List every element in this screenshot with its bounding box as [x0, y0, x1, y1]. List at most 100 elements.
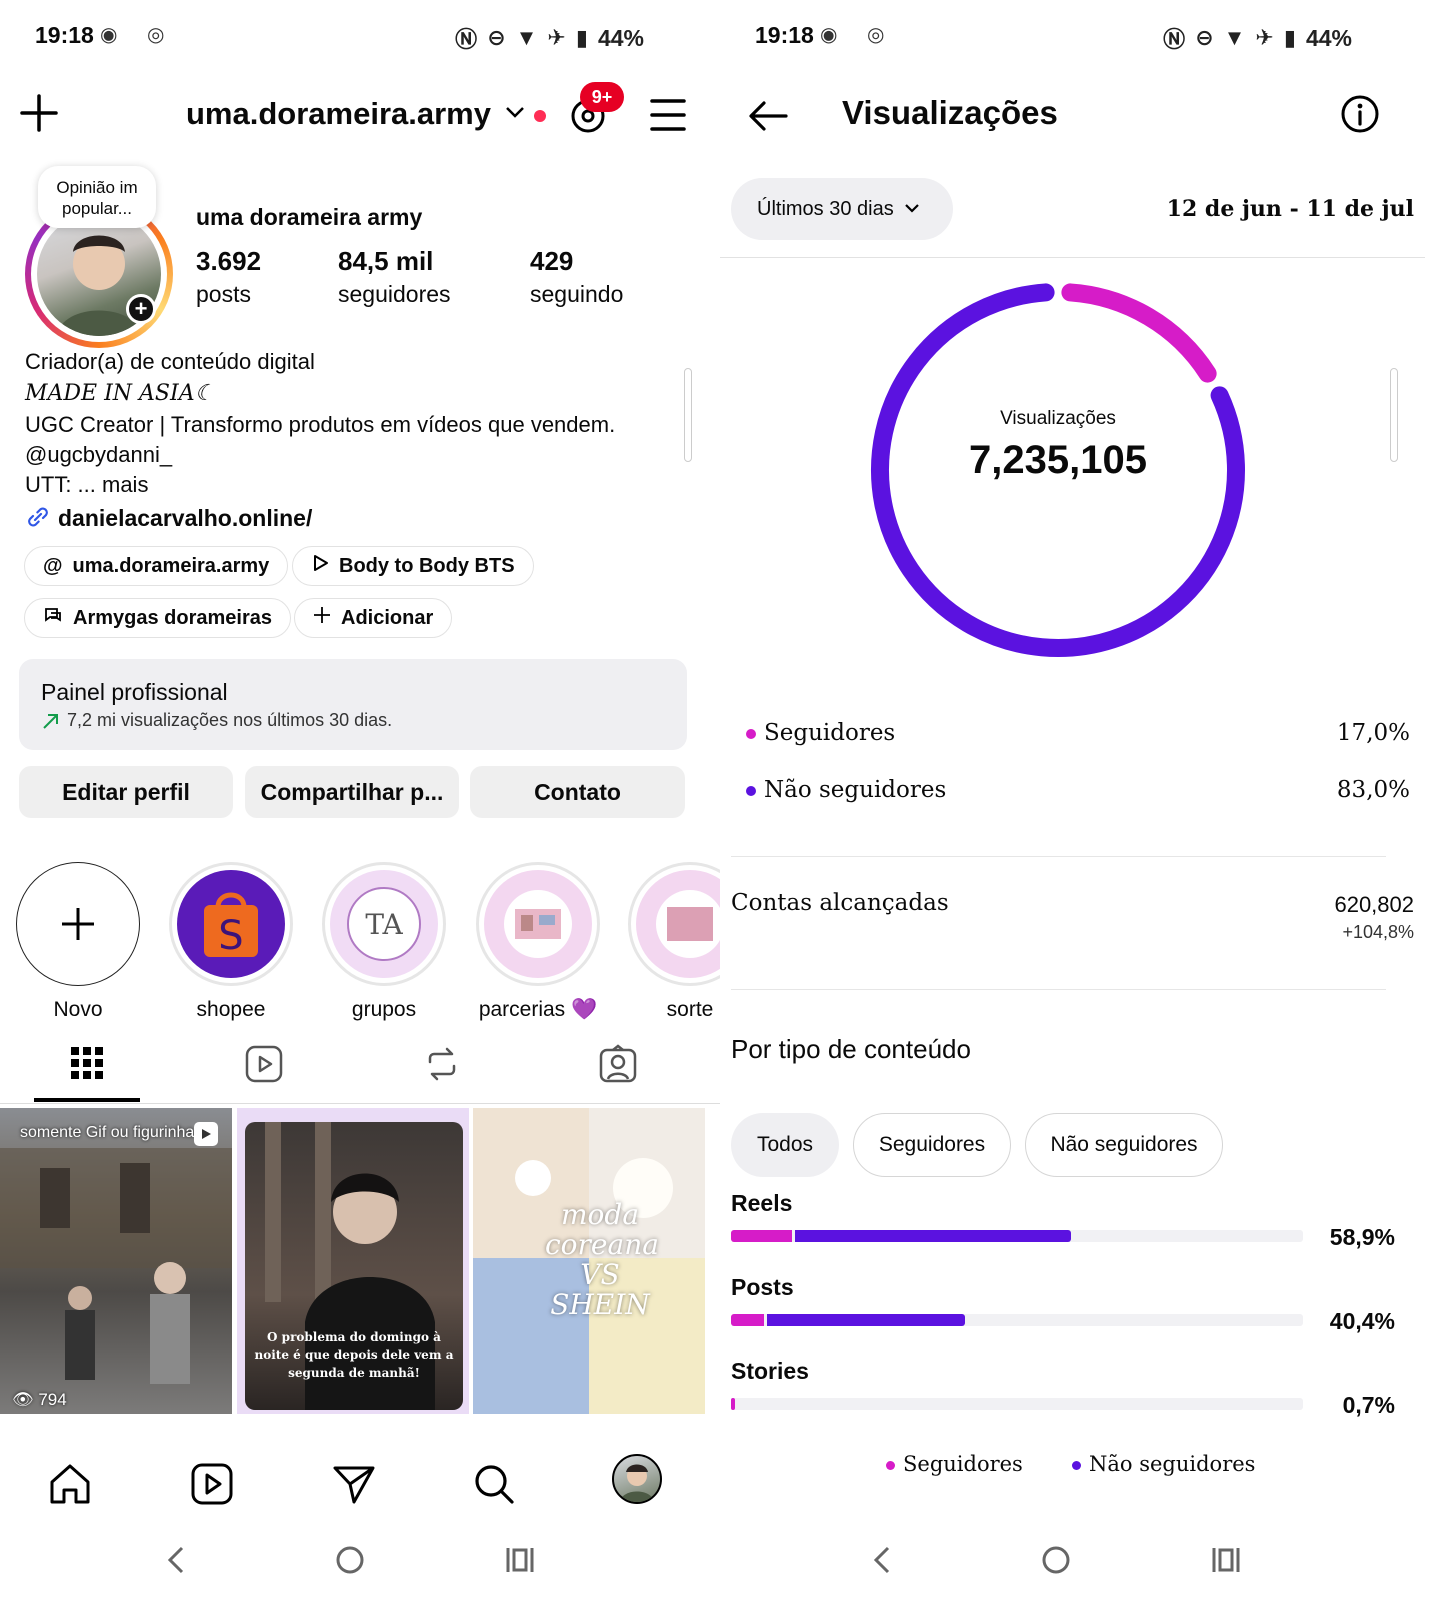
profile-category: Criador(a) de conteúdo digital: [25, 349, 315, 374]
highlight-parcerias[interactable]: parcerias 💜: [476, 862, 600, 1022]
nfc-icon: Ⓝ: [1163, 27, 1186, 52]
dnd-icon: ⊖: [487, 25, 506, 50]
airplane-icon: ✈: [1255, 25, 1274, 50]
back-nav-icon[interactable]: [864, 1540, 904, 1580]
bio-mention[interactable]: @ugcbydanni_: [25, 442, 172, 468]
posts-count: 3.692: [196, 246, 262, 276]
breakdown-label: Não seguidores: [764, 777, 947, 803]
legend-label: Não seguidores: [1089, 1452, 1256, 1476]
period-selector[interactable]: Últimos 30 dias: [731, 178, 953, 240]
bar-track: [731, 1398, 1303, 1410]
legend-label: Seguidores: [903, 1452, 1023, 1476]
play-icon: [311, 554, 329, 578]
stat-posts[interactable]: 3.692 posts: [196, 246, 261, 308]
bio-link[interactable]: danielacarvalho.online/: [58, 505, 312, 532]
home-nav-icon[interactable]: [330, 1540, 370, 1580]
highlight-shopee[interactable]: S shopee: [169, 862, 293, 1022]
wifi-icon: ▼: [515, 25, 538, 50]
breakdown-nonfollowers: Não seguidores 83,0%: [746, 777, 1410, 803]
scrollbar[interactable]: [684, 368, 692, 462]
menu-icon[interactable]: [650, 98, 686, 132]
threads-chip[interactable]: @ uma.dorameira.army: [24, 546, 289, 586]
svg-text:S: S: [218, 913, 243, 959]
chat-icon: [43, 606, 63, 630]
bar-track: [731, 1230, 1303, 1242]
stat-followers[interactable]: 84,5 mil seguidores: [338, 246, 451, 308]
chip-label: Body to Body BTS: [339, 554, 515, 577]
recents-nav-icon[interactable]: [1206, 1540, 1246, 1580]
new-post-icon[interactable]: [20, 94, 58, 132]
reels-icon[interactable]: [188, 1460, 236, 1508]
edit-profile-button[interactable]: Editar perfil: [19, 766, 233, 818]
recents-nav-icon[interactable]: [500, 1540, 540, 1580]
post-caption: moda coreana VS SHEIN: [545, 1198, 659, 1321]
bio-more[interactable]: UTT: ... mais: [25, 472, 148, 498]
battery-icon: ▮: [575, 25, 588, 50]
filter-all[interactable]: Todos: [731, 1113, 839, 1177]
content-label: Stories: [731, 1358, 809, 1384]
channel-chip[interactable]: Armygas dorameiras: [24, 598, 291, 638]
tagged-tab-icon[interactable]: [598, 1044, 638, 1084]
donut-label: Visualizações: [1000, 408, 1116, 429]
filter-followers[interactable]: Seguidores: [853, 1113, 1011, 1177]
bar-nonfollowers: [794, 1230, 1071, 1242]
status-right-icons: Ⓝ ⊖ ▼ ✈ ▮ 44%: [455, 22, 644, 54]
share-profile-button[interactable]: Compartilhar p...: [245, 766, 459, 818]
highlight-sorte[interactable]: sorte: [628, 862, 720, 1022]
nonfollowers-dot: [1072, 1461, 1081, 1470]
grid-icon[interactable]: [68, 1044, 106, 1082]
search-icon[interactable]: [470, 1460, 518, 1508]
status-notification-icons: ◉ ◎: [820, 24, 897, 46]
highlight-new[interactable]: Novo: [16, 862, 140, 1022]
battery-level: 44%: [1305, 24, 1352, 51]
parcerias-cover: [484, 870, 592, 978]
posts-label: posts: [196, 281, 251, 307]
nonfollowers-dot: [746, 786, 756, 796]
divider: [731, 989, 1386, 990]
back-arrow-icon[interactable]: [746, 96, 790, 136]
battery-icon: ▮: [1283, 25, 1296, 50]
stat-following[interactable]: 429 seguindo: [530, 246, 623, 308]
scrollbar[interactable]: [1390, 368, 1398, 462]
highlight-label: Novo: [53, 998, 103, 1021]
contact-button[interactable]: Contato: [470, 766, 685, 818]
tab-divider: [0, 1103, 720, 1104]
content-label: Reels: [731, 1190, 793, 1216]
home-icon[interactable]: [46, 1460, 94, 1508]
content-label: Posts: [731, 1274, 794, 1300]
playlist-chip[interactable]: Body to Body BTS: [292, 546, 534, 586]
reposts-tab-icon[interactable]: [422, 1044, 462, 1084]
bio-line-1: MADE IN ASIA☾: [25, 381, 215, 406]
status-time: 19:18: [755, 22, 814, 48]
views-value: 794: [38, 1390, 67, 1409]
send-icon[interactable]: [330, 1460, 378, 1508]
active-tab-indicator: [34, 1098, 140, 1102]
filter-nonfollowers[interactable]: Não seguidores: [1025, 1113, 1223, 1177]
home-nav-icon[interactable]: [1036, 1540, 1076, 1580]
unread-dot: [534, 110, 546, 122]
back-nav-icon[interactable]: [158, 1540, 198, 1580]
account-username[interactable]: uma.dorameira.army: [186, 96, 491, 132]
highlight-grupos[interactable]: TA grupos: [322, 862, 446, 1022]
post-caption: somente Gif ou figurinha: [20, 1124, 195, 1141]
content-row-posts: Posts 40,4%: [720, 1270, 1425, 1350]
add-chip[interactable]: Adicionar: [294, 598, 453, 638]
profile-avatar-tab[interactable]: [612, 1454, 662, 1504]
info-icon[interactable]: [1340, 94, 1380, 134]
grid-post-1[interactable]: somente Gif ou figurinha 👁 794: [0, 1108, 232, 1414]
svg-text:TA: TA: [365, 908, 403, 941]
total-views: 7,235,105: [969, 438, 1147, 482]
content-pct: 40,4%: [1329, 1308, 1395, 1334]
profile-screen: 19:18 ◉ ◎ Ⓝ ⊖ ▼ ✈ ▮ 44% uma.dorameira.ar…: [0, 0, 720, 1600]
add-story-button[interactable]: +: [126, 294, 156, 324]
grid-post-2[interactable]: O problema do domingo à noite é que depo…: [237, 1108, 469, 1414]
professional-dashboard[interactable]: Painel profissional 7,2 mi visualizações…: [19, 659, 687, 750]
grid-post-3[interactable]: moda coreana VS SHEIN: [473, 1108, 705, 1414]
grupos-cover: TA: [330, 870, 438, 978]
reels-tab-icon[interactable]: [244, 1044, 284, 1084]
bar-followers: [731, 1398, 735, 1410]
breakdown-value: 17,0%: [1336, 720, 1410, 746]
note-bubble[interactable]: Opinião im popular...: [38, 166, 156, 228]
view-count: 👁 794: [12, 1390, 67, 1409]
chevron-down-icon[interactable]: [505, 106, 525, 125]
